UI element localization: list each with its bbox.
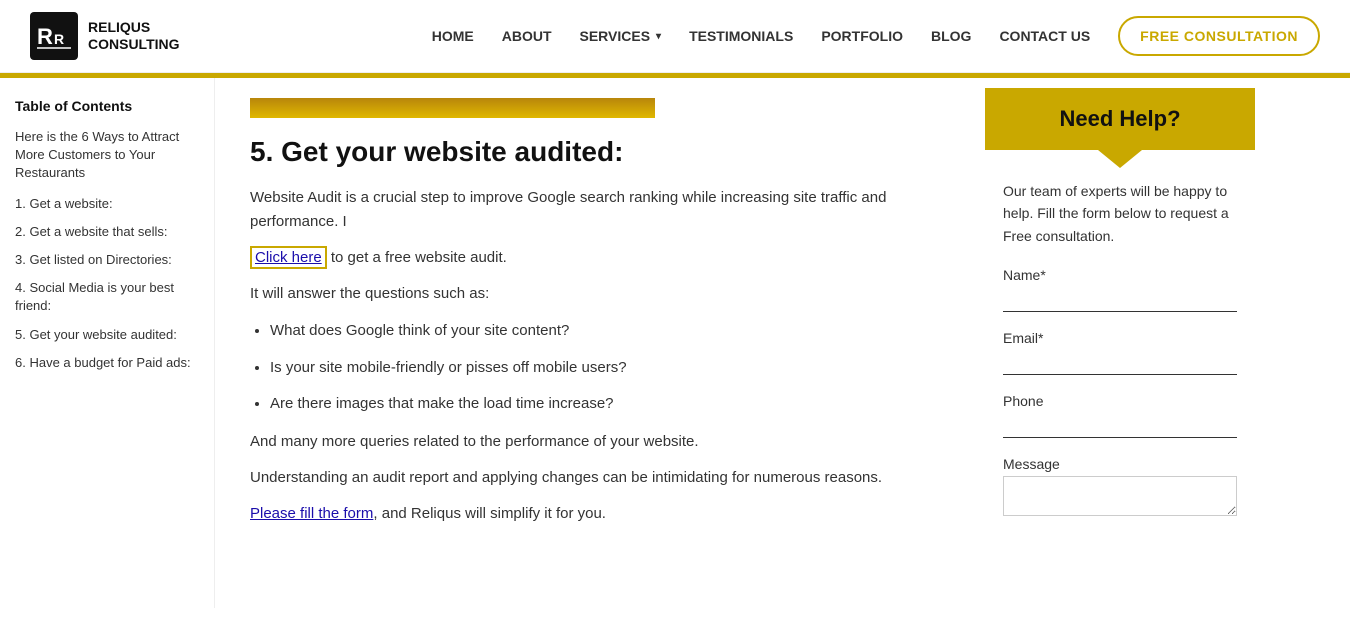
section-title: 5. Get your website audited: — [250, 136, 940, 168]
sidebar: Table of Contents Here is the 6 Ways to … — [0, 78, 215, 608]
chevron-down-icon: ▾ — [656, 31, 661, 42]
name-label: Name* — [1003, 267, 1237, 283]
nav-about[interactable]: ABOUT — [502, 28, 552, 44]
click-here-paragraph: Click here to get a free website audit. — [250, 246, 940, 270]
email-label: Email* — [1003, 330, 1237, 346]
questions-intro: It will answer the questions such as: — [250, 282, 940, 306]
svg-text:R: R — [37, 24, 53, 49]
click-here-link[interactable]: Click here — [250, 246, 327, 269]
need-help-title: Need Help? — [1059, 106, 1180, 131]
need-help-description: Our team of experts will be happy to hel… — [1003, 180, 1237, 247]
svg-text:R: R — [54, 31, 64, 47]
list-item-2: Is your site mobile-friendly or pisses o… — [270, 357, 940, 380]
questions-list: What does Google think of your site cont… — [270, 320, 940, 416]
toc-item-5[interactable]: 5. Get your website audited: — [15, 326, 194, 344]
name-input[interactable] — [1003, 287, 1237, 312]
toc-item-1[interactable]: 1. Get a website: — [15, 195, 194, 213]
please-fill-form-link[interactable]: Please fill the form — [250, 505, 373, 522]
message-field: Message — [1003, 456, 1237, 520]
more-queries-paragraph: And many more queries related to the per… — [250, 430, 940, 454]
toc-item-2[interactable]: 2. Get a website that sells: — [15, 223, 194, 241]
intro-paragraph: Website Audit is a crucial step to impro… — [250, 186, 940, 234]
nav-testimonials[interactable]: TESTIMONIALS — [689, 28, 793, 44]
nav-portfolio[interactable]: PORTFOLIO — [821, 28, 903, 44]
toc-item-3[interactable]: 3. Get listed on Directories: — [15, 251, 194, 269]
main-nav: HOME ABOUT SERVICES ▾ TESTIMONIALS PORTF… — [432, 16, 1320, 56]
need-help-box: Need Help? Our team of experts will be h… — [985, 88, 1255, 548]
main-content: 5. Get your website audited: Website Aud… — [215, 78, 975, 608]
free-consultation-button[interactable]: FREE CONSULTATION — [1118, 16, 1320, 56]
header: R R RELIQUS CONSULTING HOME ABOUT SERVIC… — [0, 0, 1350, 73]
nav-services[interactable]: SERVICES ▾ — [580, 28, 662, 44]
toc-item-6[interactable]: 6. Have a budget for Paid ads: — [15, 354, 194, 372]
logo-text: RELIQUS CONSULTING — [88, 19, 180, 53]
logo: R R RELIQUS CONSULTING — [30, 12, 180, 60]
need-help-body: Our team of experts will be happy to hel… — [985, 150, 1255, 548]
email-input[interactable] — [1003, 350, 1237, 375]
list-item-3: Are there images that make the load time… — [270, 393, 940, 416]
nav-blog[interactable]: BLOG — [931, 28, 971, 44]
message-label: Message — [1003, 456, 1237, 472]
need-help-header: Need Help? — [985, 88, 1255, 150]
phone-label: Phone — [1003, 393, 1237, 409]
page-body: Table of Contents Here is the 6 Ways to … — [0, 78, 1350, 608]
image-strip — [250, 98, 655, 118]
phone-input[interactable] — [1003, 413, 1237, 438]
email-field: Email* — [1003, 330, 1237, 375]
logo-icon: R R — [30, 12, 78, 60]
right-sidebar: Need Help? Our team of experts will be h… — [975, 78, 1265, 608]
list-item-1: What does Google think of your site cont… — [270, 320, 940, 343]
message-input[interactable] — [1003, 476, 1237, 516]
phone-field: Phone — [1003, 393, 1237, 438]
nav-home[interactable]: HOME — [432, 28, 474, 44]
understanding-paragraph: Understanding an audit report and applyi… — [250, 466, 940, 490]
name-field: Name* — [1003, 267, 1237, 312]
toc-intro: Here is the 6 Ways to Attract More Custo… — [15, 128, 194, 183]
toc-title: Table of Contents — [15, 98, 194, 114]
toc-item-4[interactable]: 4. Social Media is your best friend: — [15, 279, 194, 315]
nav-contact[interactable]: CONTACT US — [999, 28, 1090, 44]
please-paragraph: Please fill the form, and Reliqus will s… — [250, 502, 940, 526]
